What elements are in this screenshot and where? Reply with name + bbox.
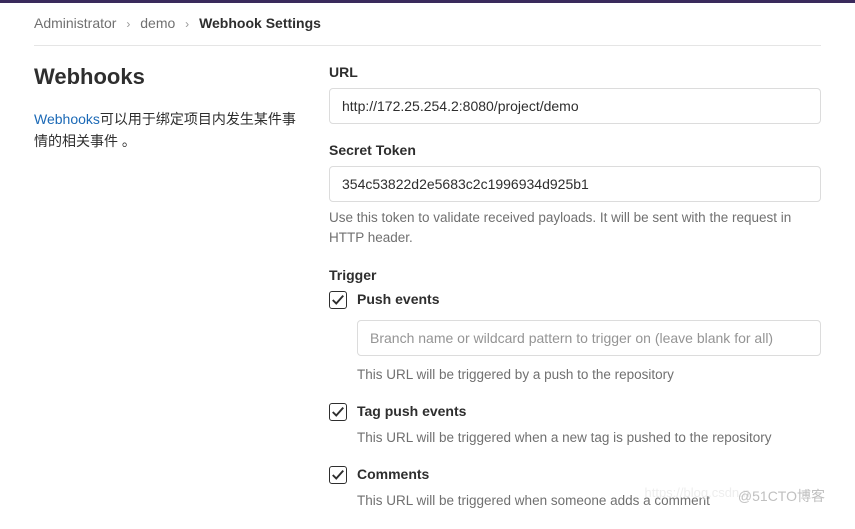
breadcrumb-project[interactable]: demo [140,15,175,31]
url-input[interactable] [329,88,821,124]
push-branch-input[interactable] [357,320,821,356]
checkmark-icon [331,468,345,482]
tag-push-checkbox[interactable] [329,403,347,421]
breadcrumb: Administrator › demo › Webhook Settings [34,15,821,46]
chevron-right-icon: › [126,17,130,31]
checkmark-icon [331,293,345,307]
breadcrumb-admin[interactable]: Administrator [34,15,116,31]
chevron-right-icon: › [185,17,189,31]
page-title: Webhooks [34,64,299,90]
push-events-help: This URL will be triggered by a push to … [357,365,821,385]
push-events-checkbox[interactable] [329,291,347,309]
push-events-label: Push events [357,291,439,307]
sidebar-description: Webhooks可以用于绑定项目内发生某件事情的相关事件 。 [34,108,299,153]
url-label: URL [329,64,821,80]
tag-push-label: Tag push events [357,403,466,419]
trigger-label: Trigger [329,267,821,283]
comments-help: This URL will be triggered when someone … [357,491,821,511]
comments-label: Comments [357,466,429,482]
secret-token-help: Use this token to validate received payl… [329,208,821,249]
breadcrumb-current: Webhook Settings [199,15,321,31]
secret-token-label: Secret Token [329,142,821,158]
secret-token-input[interactable] [329,166,821,202]
checkmark-icon [331,405,345,419]
comments-checkbox[interactable] [329,466,347,484]
webhooks-link[interactable]: Webhooks [34,111,100,127]
tag-push-help: This URL will be triggered when a new ta… [357,428,821,448]
